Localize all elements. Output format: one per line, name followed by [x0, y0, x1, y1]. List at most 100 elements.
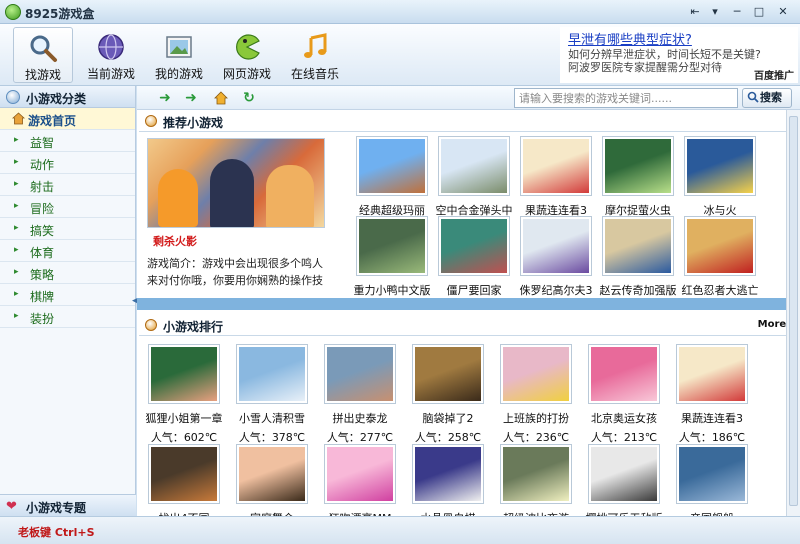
search-button[interactable]: 搜索 — [742, 88, 792, 108]
game-thumbnail[interactable] — [324, 444, 396, 504]
game-thumbnail[interactable] — [520, 216, 592, 276]
sidebar-item-board-cards[interactable]: ▸ 棋牌 — [0, 284, 135, 306]
game-thumbnail[interactable] — [684, 216, 756, 276]
game-thumbnail[interactable] — [500, 344, 572, 404]
arrow-right-icon: ▸ — [14, 135, 19, 145]
refresh-icon[interactable]: ↻ — [241, 90, 257, 106]
game-name[interactable]: 脑袋掉了2 — [405, 410, 491, 426]
boss-key-hint: 老板键 Ctrl+S — [18, 526, 95, 539]
game-tile[interactable]: 侏罗纪高尔夫3 — [517, 216, 595, 298]
sidebar-item-shooting[interactable]: ▸ 射击 — [0, 174, 135, 196]
game-thumbnail[interactable] — [236, 444, 308, 504]
game-name[interactable]: 上班族的打扮 — [493, 410, 579, 426]
game-tile[interactable]: 找出4不同 — [145, 444, 223, 526]
toolbar-online-music-button[interactable]: 在线音乐 — [285, 27, 345, 83]
game-thumbnail[interactable] — [602, 216, 674, 276]
minimize-button[interactable]: ─ — [728, 4, 746, 20]
game-thumbnail[interactable] — [588, 444, 660, 504]
game-tile[interactable]: 上班族的打扮 人气：236℃ — [497, 344, 575, 445]
game-tile[interactable]: 狐狸小姐第一章 人气：602℃ — [145, 344, 223, 445]
game-tile[interactable]: 果蔬连连看3 人气：186℃ — [673, 344, 751, 445]
game-name[interactable]: 拼出史泰龙 — [317, 410, 403, 426]
game-tile[interactable]: 拼出史泰龙 人气：277℃ — [321, 344, 399, 445]
game-name[interactable]: 果蔬连连看3 — [669, 410, 755, 426]
sidebar-topics-footer[interactable]: ❤ 小游戏专题 — [0, 494, 136, 516]
search-input[interactable] — [514, 88, 738, 108]
pin-button[interactable]: ⇤ — [686, 4, 704, 20]
game-thumbnail[interactable] — [684, 136, 756, 196]
game-name[interactable]: 小雪人清积雪 — [229, 410, 315, 426]
sidebar-item-funny[interactable]: ▸ 搞笑 — [0, 218, 135, 240]
game-thumbnail[interactable] — [412, 344, 484, 404]
game-tile[interactable]: 空中合金弹头中 — [435, 136, 513, 218]
game-tile[interactable]: 赵云传奇加强版 — [599, 216, 677, 298]
game-tile[interactable]: 家庭舞会 — [233, 444, 311, 526]
game-thumbnail[interactable] — [356, 136, 428, 196]
game-name[interactable]: 重力小鸭中文版 — [349, 282, 435, 298]
featured-game[interactable]: 剩杀火影 游戏简介：游戏中会出现很多个鸣人来对付你哦，你要用你娴熟的操作技 — [147, 138, 333, 288]
sidebar-item-strategy[interactable]: ▸ 策略 — [0, 262, 135, 284]
game-thumbnail[interactable] — [148, 444, 220, 504]
sidebar-item-action[interactable]: ▸ 动作 — [0, 152, 135, 174]
maximize-button[interactable]: □ — [750, 4, 768, 20]
game-thumbnail[interactable] — [676, 344, 748, 404]
game-tile[interactable]: 水晶黑白棋 — [409, 444, 487, 526]
game-thumbnail[interactable] — [356, 216, 428, 276]
close-button[interactable]: ✕ — [774, 4, 792, 20]
game-name[interactable]: 红色忍者大逃亡 — [677, 282, 763, 298]
toolbar-web-games-button[interactable]: 网页游戏 — [217, 27, 277, 83]
game-thumbnail[interactable] — [236, 344, 308, 404]
sidebar-item-puzzle[interactable]: ▸ 益智 — [0, 130, 135, 152]
game-tile[interactable]: 红色忍者大逃亡 — [681, 216, 759, 298]
game-tile[interactable]: 脑袋掉了2 人气：258℃ — [409, 344, 487, 445]
game-tile[interactable]: 小雪人清积雪 人气：378℃ — [233, 344, 311, 445]
game-thumbnail[interactable] — [676, 444, 748, 504]
toolbar-current-games-button[interactable]: 当前游戏 — [81, 27, 141, 83]
back-arrow-icon[interactable]: ➜ — [157, 90, 173, 106]
game-name[interactable]: 侏罗纪高尔夫3 — [513, 282, 599, 298]
game-thumbnail[interactable] — [324, 344, 396, 404]
game-thumbnail[interactable] — [520, 136, 592, 196]
toolbar-my-games-button[interactable]: 我的游戏 — [149, 27, 209, 83]
popularity-value: 258℃ — [447, 431, 482, 444]
game-name[interactable]: 北京奥运女孩 — [581, 410, 667, 426]
sidebar-item-dressup[interactable]: ▸ 装扮 — [0, 306, 135, 328]
sidebar-item-home[interactable]: 游戏首页 — [0, 108, 135, 130]
scrollbar-thumb[interactable] — [789, 116, 798, 506]
game-name[interactable]: 狐狸小姐第一章 — [141, 410, 227, 426]
menu-button[interactable]: ▾ — [706, 4, 724, 20]
vertical-scrollbar[interactable] — [786, 110, 800, 516]
game-tile[interactable]: 经典超级玛丽 — [353, 136, 431, 218]
game-name[interactable]: 赵云传奇加强版 — [595, 282, 681, 298]
game-tile[interactable]: 僵尸要回家 — [435, 216, 513, 298]
game-tile[interactable]: 摩尔捉萤火虫 — [599, 136, 677, 218]
recommended-section-header: 推荐小游戏 — [139, 110, 798, 132]
arrow-right-icon: ▸ — [14, 245, 19, 255]
home-icon[interactable] — [213, 90, 229, 106]
featured-game-thumbnail[interactable] — [147, 138, 325, 228]
game-tile[interactable]: 狂吻漂亮MM — [321, 444, 399, 526]
sidebar-item-sports[interactable]: ▸ 体育 — [0, 240, 135, 262]
toolbar-find-games-button[interactable]: 找游戏 — [13, 27, 73, 83]
sidebar-item-adventure[interactable]: ▸ 冒险 — [0, 196, 135, 218]
game-name[interactable]: 僵尸要回家 — [431, 282, 517, 298]
game-tile[interactable]: 帝国舰船 — [673, 444, 751, 526]
game-thumbnail[interactable] — [412, 444, 484, 504]
game-thumbnail[interactable] — [148, 344, 220, 404]
game-tile[interactable]: 超级波比夜游 — [497, 444, 575, 526]
game-tile[interactable]: 樱桃可乐无敌版 — [585, 444, 663, 526]
game-thumbnail[interactable] — [602, 136, 674, 196]
game-tile[interactable]: 重力小鸭中文版 — [353, 216, 431, 298]
game-tile[interactable]: 北京奥运女孩 人气：213℃ — [585, 344, 663, 445]
game-thumbnail[interactable] — [500, 444, 572, 504]
forward-arrow-icon[interactable]: ➜ — [183, 90, 199, 106]
game-thumbnail[interactable] — [588, 344, 660, 404]
featured-game-name[interactable]: 剩杀火影 — [153, 233, 333, 249]
game-thumbnail[interactable] — [438, 216, 510, 276]
magnifier-icon — [30, 35, 57, 62]
game-thumbnail[interactable] — [438, 136, 510, 196]
game-tile[interactable]: 果蔬连连看3 — [517, 136, 595, 218]
sidebar-item-label: 益智 — [30, 136, 55, 150]
sponsored-ad[interactable]: 早泄有哪些典型症状? 如何分辨早泄症状，时间长短不是关键? 阿波罗医院专家提醒需… — [560, 27, 798, 83]
game-tile[interactable]: 冰与火 — [681, 136, 759, 218]
